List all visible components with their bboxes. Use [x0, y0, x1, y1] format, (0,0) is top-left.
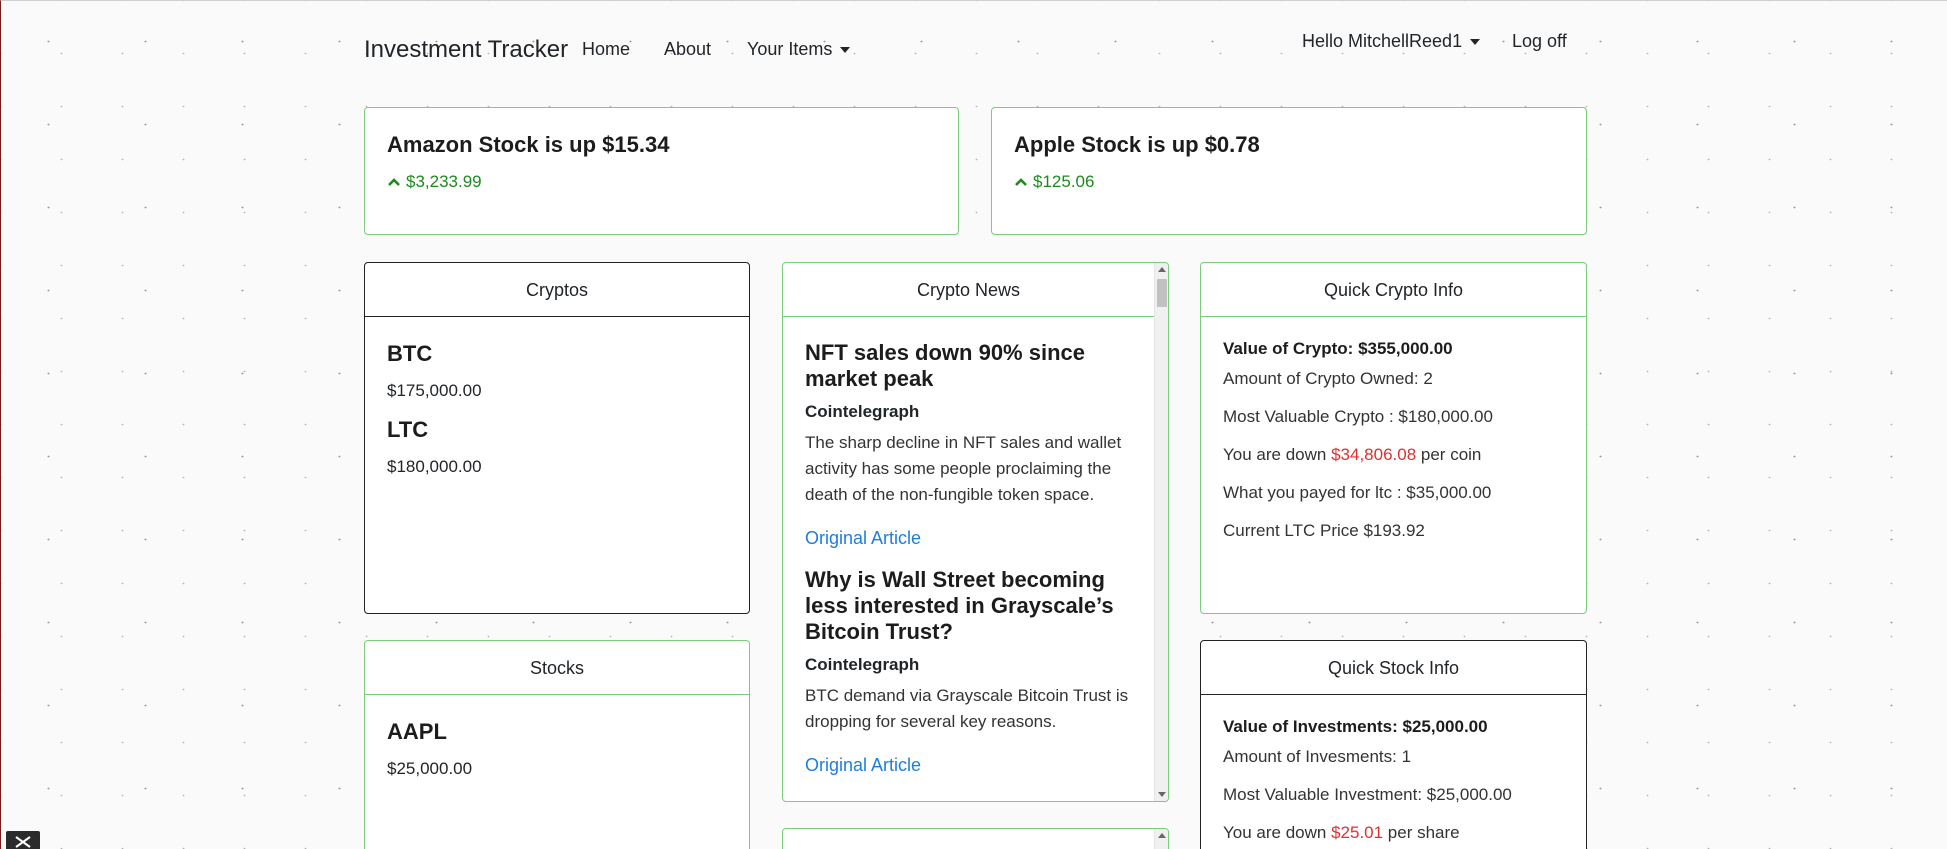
scroll-down-arrow-icon[interactable] — [1158, 792, 1166, 797]
quick-crypto-info-card: Quick Crypto Info Value of Crypto: $355,… — [1200, 262, 1587, 614]
most-valuable-crypto: Most Valuable Crypto : $180,000.00 — [1223, 407, 1493, 426]
news-title: NFT sales down 90% since market peak — [805, 340, 1085, 391]
investments-total-value: Value of Investments: $25,000.00 — [1223, 717, 1488, 736]
chevron-up-icon — [1015, 178, 1027, 186]
quick-stock-info-card: Quick Stock Info Value of Investments: $… — [1200, 640, 1587, 849]
crypto-paid-price: What you payed for ltc : $35,000.00 — [1223, 483, 1492, 502]
next-card-partial — [782, 828, 1169, 849]
crypto-value: $180,000.00 — [387, 457, 482, 476]
next-card-scrollbar[interactable] — [1154, 829, 1168, 849]
news-list: NFT sales down 90% since market peak Coi… — [783, 318, 1154, 801]
news-source: Cointelegraph — [805, 402, 920, 421]
chevron-up-icon — [388, 178, 400, 186]
down-suffix: per coin — [1416, 445, 1482, 464]
stocks-card: Stocks AAPL $25,000.00 — [364, 640, 750, 849]
crypto-amount-owned: Amount of Crypto Owned: 2 — [1223, 369, 1433, 388]
caret-down-icon — [1470, 39, 1481, 46]
logoff-link[interactable]: Log off — [1512, 31, 1567, 52]
investments-amount: Amount of Invesments: 1 — [1223, 747, 1412, 766]
navbar: Investment Tracker Home About Your Items… — [1, 1, 1947, 101]
stock-value: $25,000.00 — [387, 759, 473, 778]
stock-down-per-share: You are down $25.01 per share — [1223, 823, 1564, 843]
ticker-card-apple: Apple Stock is up $0.78 $125.06 — [991, 107, 1587, 235]
cryptos-card: Cryptos BTC $175,000.00 LTC $180,000.00 — [364, 262, 750, 614]
quick-crypto-header: Quick Crypto Info — [1201, 263, 1586, 317]
news-scrollbar[interactable] — [1154, 263, 1168, 801]
scroll-up-arrow-icon[interactable] — [1158, 267, 1166, 272]
down-suffix: per share — [1383, 823, 1460, 842]
down-amount: $25.01 — [1331, 823, 1384, 842]
ticker-title: Apple Stock is up $0.78 — [1014, 132, 1260, 157]
scrollbar-thumb[interactable] — [1157, 279, 1167, 307]
original-article-link[interactable]: Original Article — [805, 528, 1132, 549]
crypto-down-per-coin: You are down $34,806.08 per coin — [1223, 445, 1564, 465]
news-description: The sharp decline in NFT sales and walle… — [805, 433, 1122, 504]
down-amount: $34,806.08 — [1331, 445, 1417, 464]
ticker-price: $125.06 — [1014, 172, 1564, 192]
ticker-price-value: $125.06 — [1033, 172, 1095, 191]
crypto-name: BTC — [387, 341, 433, 366]
crypto-news-header: Crypto News — [783, 263, 1154, 317]
crypto-total-value: Value of Crypto: $355,000.00 — [1223, 339, 1453, 358]
news-title: Why is Wall Street becoming less interes… — [805, 567, 1114, 644]
nav-your-items-dropdown[interactable]: Your Items — [747, 39, 851, 60]
nav-home[interactable]: Home — [582, 39, 630, 60]
ticker-card-amazon: Amazon Stock is up $15.34 $3,233.99 — [364, 107, 959, 235]
down-prefix: You are down — [1223, 823, 1332, 842]
news-description: BTC demand via Grayscale Bitcoin Trust i… — [805, 686, 1129, 731]
stocks-header: Stocks — [365, 641, 749, 695]
user-greeting-dropdown[interactable]: Hello MitchellReed1 — [1302, 31, 1481, 52]
crypto-value: $175,000.00 — [387, 381, 482, 400]
ticker-title: Amazon Stock is up $15.34 — [387, 132, 670, 157]
crypto-name: LTC — [387, 417, 429, 442]
caret-down-icon — [840, 47, 851, 54]
scroll-up-arrow-icon[interactable] — [1158, 833, 1166, 838]
ticker-price-value: $3,233.99 — [406, 172, 482, 191]
original-article-link[interactable]: Original Article — [805, 755, 1132, 776]
crypto-current-price: Current LTC Price $193.92 — [1223, 521, 1425, 540]
most-valuable-investment: Most Valuable Investment: $25,000.00 — [1223, 785, 1512, 804]
crypto-news-card: Crypto News NFT sales down 90% since mar… — [782, 262, 1169, 802]
nav-about[interactable]: About — [664, 39, 711, 60]
down-prefix: You are down — [1223, 445, 1332, 464]
nav-your-items-label: Your Items — [747, 39, 833, 59]
cryptos-header: Cryptos — [365, 263, 749, 317]
news-source: Cointelegraph — [805, 655, 920, 674]
extension-badge-icon[interactable] — [6, 831, 40, 849]
stock-name: AAPL — [387, 719, 447, 744]
ticker-price: $3,233.99 — [387, 172, 936, 192]
brand-link[interactable]: Investment Tracker — [364, 36, 568, 64]
user-greeting-label: Hello MitchellReed1 — [1302, 31, 1463, 51]
quick-stock-header: Quick Stock Info — [1201, 641, 1586, 695]
